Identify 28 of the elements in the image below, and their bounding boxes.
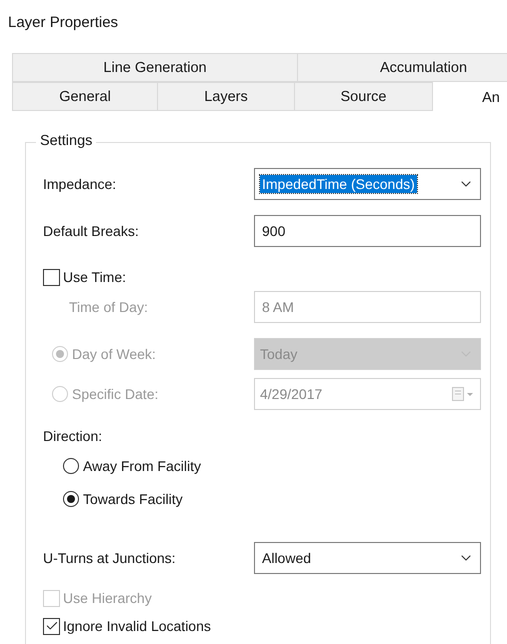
dropdown[interactable]: Allowed bbox=[254, 542, 481, 574]
field-label: Impedance: bbox=[43, 176, 118, 192]
field-value: 4/29/2017 bbox=[260, 386, 322, 402]
input-field[interactable]: 900 bbox=[254, 215, 481, 247]
tab[interactable]: General bbox=[12, 82, 158, 111]
tab[interactable]: Accumulation bbox=[298, 53, 507, 82]
field-label: Time of Day: bbox=[69, 299, 149, 315]
field-label: U-Turns at Junctions: bbox=[43, 550, 177, 566]
field-label: Default Breaks: bbox=[43, 223, 140, 239]
window-title: Layer Properties bbox=[7, 13, 120, 33]
checkbox-label: Use Hierarchy bbox=[63, 590, 152, 606]
tab[interactable]: Source bbox=[295, 82, 433, 111]
radio-label: Day of Week: bbox=[72, 346, 156, 362]
checkbox-label: Use Time: bbox=[63, 269, 126, 285]
field-value: Today bbox=[260, 346, 298, 362]
dropdown[interactable]: ImpededTime (Seconds) bbox=[254, 168, 481, 200]
checkbox-label: Ignore Invalid Locations bbox=[63, 618, 211, 634]
section-label: Direction: bbox=[43, 428, 102, 444]
radio-label: Specific Date: bbox=[72, 386, 158, 402]
radio-button[interactable] bbox=[63, 491, 79, 507]
group-title: Settings bbox=[36, 133, 96, 149]
radio-button[interactable] bbox=[63, 458, 79, 474]
tab[interactable]: Layers bbox=[158, 82, 295, 111]
tab[interactable]: Line Generation bbox=[12, 53, 298, 82]
radio-label: Towards Facility bbox=[83, 491, 183, 507]
radio-label: Away From Facility bbox=[83, 458, 201, 474]
checkbox[interactable] bbox=[43, 268, 60, 286]
checkbox[interactable] bbox=[43, 618, 60, 634]
